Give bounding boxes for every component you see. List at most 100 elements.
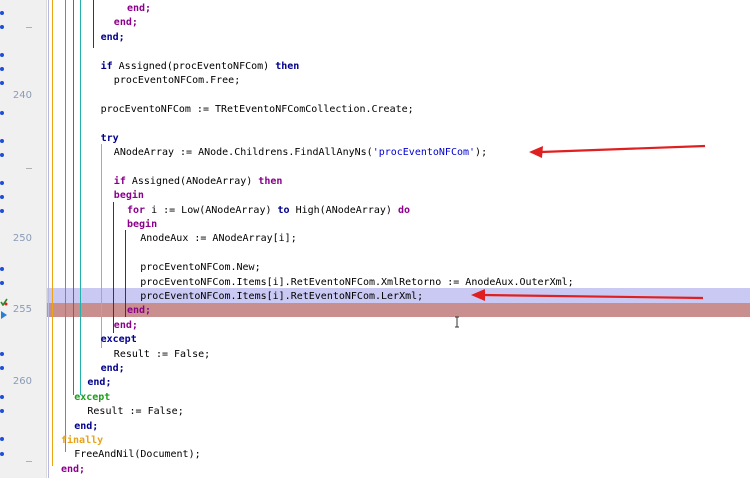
code-token: procEventoNFCom := TRetEventoNFComCollec…	[100, 103, 414, 115]
code-line: end;	[47, 319, 750, 333]
code-token: for	[127, 204, 146, 216]
code-line: finally	[47, 434, 750, 448]
code-line: procEventoNFCom.Free;	[47, 74, 750, 88]
code-token: procEventoNFCom.Free;	[113, 75, 241, 86]
code-line: end;	[47, 31, 750, 45]
code-line-marker-icon	[0, 409, 4, 413]
code-line-marker-icon	[0, 53, 4, 57]
code-text: procEventoNFCom := TRetEventoNFComCollec…	[101, 103, 414, 117]
code-line-marker-icon	[0, 352, 4, 356]
code-line: procEventoNFCom.New;	[47, 261, 750, 275]
code-text: end;	[74, 420, 98, 434]
code-line: end;	[47, 362, 750, 376]
code-text: end;	[101, 31, 125, 45]
code-line: FreeAndNil(Document);	[47, 448, 750, 462]
code-token: if	[100, 60, 113, 72]
code-line: end;	[47, 16, 750, 30]
code-line: except	[47, 391, 750, 405]
code-editor[interactable]: end; end; end; if Assigned(procEventoNFCom)…	[47, 0, 750, 478]
code-line: end;	[47, 420, 750, 434]
code-line: AnodeAux := ANodeArray[i];	[47, 232, 750, 246]
code-text: try	[101, 132, 119, 146]
code-token: FreeAndNil(Document);	[74, 449, 201, 461]
code-line-marker-icon	[0, 153, 4, 157]
code-text: Result := False;	[87, 405, 183, 419]
code-line: for i := Low(ANodeArray) to High(ANodeAr…	[47, 204, 750, 218]
code-token: end;	[87, 377, 112, 389]
code-line-marker-icon	[0, 267, 4, 271]
code-line-marker-icon	[0, 395, 4, 399]
code-line-marker-icon	[0, 209, 4, 213]
code-token: Assigned(ANodeArray)	[125, 175, 259, 187]
code-text: procEventoNFCom.Free;	[114, 74, 240, 88]
code-token: finally	[61, 435, 104, 446]
code-token: to	[277, 204, 290, 216]
code-token: do	[397, 204, 410, 216]
code-token: then	[258, 175, 283, 187]
code-token: except	[74, 391, 111, 403]
code-line: procEventoNFCom := TRetEventoNFComCollec…	[47, 103, 750, 117]
code-token: end;	[100, 31, 125, 43]
code-text: end;	[114, 16, 138, 30]
code-token: begin	[113, 190, 144, 202]
code-line-marker-icon	[0, 281, 4, 285]
fold-marker-icon[interactable]	[26, 27, 32, 28]
code-line-marker-icon	[0, 11, 4, 15]
code-token: end;	[74, 420, 99, 432]
line-number-260: 260	[12, 376, 32, 387]
code-text: begin	[127, 218, 157, 232]
code-text: end;	[101, 362, 125, 376]
code-line-marker-icon	[0, 25, 4, 29]
code-token: Result := False;	[113, 348, 211, 360]
text-cursor-icon	[454, 313, 460, 328]
code-token: ANodeArray := ANode.Childrens.FindAllAny…	[113, 147, 373, 158]
code-line-marker-icon	[0, 67, 4, 71]
code-token: begin	[127, 219, 158, 230]
red-arrow-annotation-2	[471, 289, 704, 301]
code-line: end;	[47, 463, 750, 477]
code-line: Result := False;	[47, 348, 750, 362]
code-line-marker-icon	[0, 437, 4, 441]
code-line: end;	[47, 304, 750, 318]
code-text: end;	[114, 319, 138, 333]
code-text: Result := False;	[114, 348, 210, 362]
code-token: end;	[113, 319, 138, 331]
code-line: end;	[47, 376, 750, 390]
code-token: end;	[113, 17, 138, 29]
code-token: end;	[127, 3, 152, 14]
code-line-marker-icon	[0, 452, 4, 456]
code-token: if	[113, 175, 126, 187]
breakpoint-icon[interactable]	[0, 291, 8, 307]
code-text: end;	[61, 463, 85, 477]
code-line-marker-icon	[0, 181, 4, 185]
code-token: High(ANodeArray)	[289, 204, 398, 216]
code-line-marker-icon	[0, 366, 4, 370]
code-token: i := Low(ANodeArray)	[145, 204, 278, 216]
code-token: except	[100, 334, 137, 346]
code-text: procEventoNFCom.Items[i].RetEventoNFCom.…	[140, 290, 423, 304]
code-token: procEventoNFCom.Items[i].RetEventoNFCom.…	[140, 276, 574, 288]
code-text: except	[74, 391, 110, 405]
line-number-gutter: 240 250 255 260	[0, 0, 47, 478]
code-line: except	[47, 333, 750, 347]
code-token: AnodeAux := ANodeArray[i];	[140, 233, 297, 245]
code-token: 'procEventoNFCom'	[372, 147, 476, 158]
code-text: end;	[127, 304, 151, 318]
code-line-marker-icon	[0, 81, 4, 85]
code-line: if Assigned(ANodeArray) then	[47, 175, 750, 189]
code-token: procEventoNFCom.Items[i].RetEventoNFCom.…	[140, 291, 424, 302]
line-number-250: 250	[12, 233, 32, 244]
code-line: begin	[47, 218, 750, 232]
code-token: end;	[127, 305, 152, 317]
fold-marker-icon[interactable]	[26, 168, 32, 169]
code-text: if Assigned(procEventoNFCom) then	[101, 60, 300, 74]
fold-marker-icon[interactable]	[26, 461, 32, 462]
code-line: end;	[47, 2, 750, 16]
code-token: Result := False;	[87, 406, 184, 418]
code-text: begin	[114, 189, 144, 203]
